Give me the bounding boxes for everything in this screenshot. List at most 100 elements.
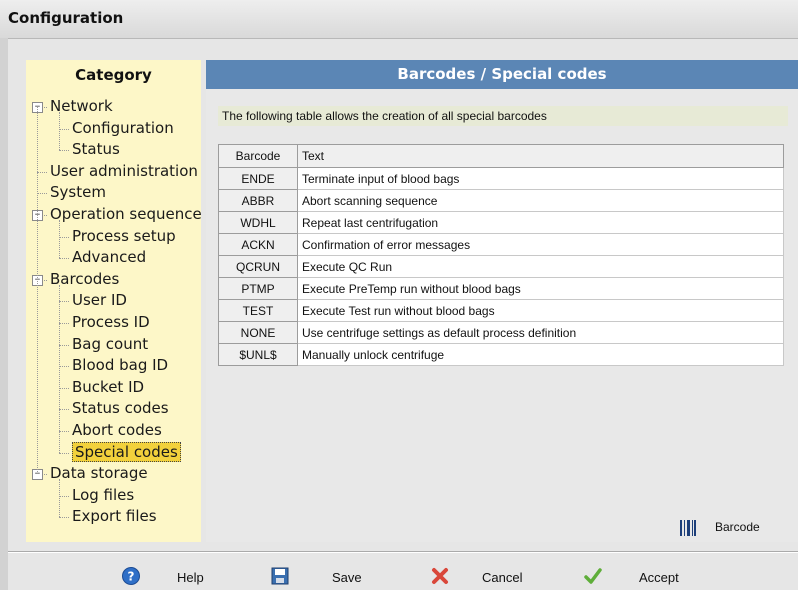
tree-item-configuration[interactable]: Configuration (72, 118, 174, 139)
checkmark-icon (583, 566, 603, 586)
tree-connector (37, 171, 47, 173)
tree-item-label: Export files (72, 507, 157, 526)
tree-item-label: Blood bag ID (72, 356, 169, 375)
table-row[interactable]: QCRUN Execute QC Run (218, 255, 784, 278)
table-row[interactable]: ABBR Abort scanning sequence (218, 189, 784, 212)
barcode-cell[interactable]: WDHL (218, 211, 298, 234)
barcode-button-label: Barcode (715, 520, 760, 534)
tree-item-process-setup[interactable]: Process setup (72, 226, 176, 247)
tree-item-system[interactable]: System (50, 182, 106, 203)
table-row[interactable]: PTMP Execute PreTemp run without blood ba… (218, 277, 784, 300)
table-row[interactable]: $UNL$ Manually unlock centrifuge (218, 343, 784, 366)
tree-connector (37, 193, 47, 195)
tree-connector (59, 409, 69, 411)
table-row[interactable]: ACKN Confirmation of error messages (218, 233, 784, 256)
tree-item-label: Data storage (50, 464, 148, 483)
footer-separator (8, 551, 798, 553)
tree-item-label: Operation sequence (50, 205, 202, 223)
text-cell[interactable]: Abort scanning sequence (297, 189, 784, 212)
text-cell[interactable]: Execute QC Run (297, 255, 784, 278)
help-label: Help (177, 570, 204, 585)
tree-guide-line (59, 220, 60, 259)
tree-item-advanced[interactable]: Advanced (72, 247, 146, 268)
tree-item-label: Log files (72, 485, 135, 504)
tree-item-export-files[interactable]: Export files (72, 506, 157, 527)
save-label: Save (332, 570, 362, 585)
tree-item-bucket-id[interactable]: Bucket ID (72, 377, 144, 398)
tree-guide-line (59, 112, 60, 151)
tree-item-label: User administration (50, 161, 198, 180)
tree-item-label: Bucket ID (72, 377, 145, 396)
barcode-cell[interactable]: $UNL$ (218, 343, 298, 366)
tree-item-status[interactable]: Status (72, 139, 120, 160)
table-row[interactable]: NONE Use centrifuge settings as default p… (218, 321, 784, 344)
tree-item-log-files[interactable]: Log files (72, 485, 134, 506)
special-codes-table: Barcode Text ENDE Terminate input of bloo… (218, 144, 784, 366)
text-cell[interactable]: Execute Test run without blood bags (297, 299, 784, 322)
tree-item-user-id[interactable]: User ID (72, 290, 127, 311)
tree-connector (59, 517, 69, 519)
panel-title: Barcodes / Special codes (206, 60, 798, 89)
column-header-text[interactable]: Text (297, 144, 784, 168)
tree-item-label: Special codes (72, 441, 181, 462)
barcode-cell[interactable]: TEST (218, 299, 298, 322)
table-header-row: Barcode Text (218, 144, 784, 168)
tree-connector (59, 431, 69, 432)
barcode-cell[interactable]: ACKN (218, 233, 298, 256)
configuration-window: Configuration Category − Network Configura… (0, 0, 798, 590)
tree-connector (59, 258, 69, 260)
barcode-cell[interactable]: PTMP (218, 277, 298, 300)
tree-item-operation-sequence[interactable]: Operation sequence (50, 204, 202, 225)
table-row[interactable]: WDHL Repeat last centrifugation (218, 211, 784, 234)
tree-item-label: Status (72, 140, 120, 159)
column-header-barcode[interactable]: Barcode (218, 144, 298, 168)
window-title: Configuration (8, 9, 124, 27)
barcode-cell[interactable]: QCRUN (218, 255, 298, 278)
tree-item-barcodes[interactable]: Barcodes (50, 269, 119, 290)
table-row[interactable]: TEST Execute Test run without blood bags (218, 299, 784, 322)
red-x-icon (430, 566, 450, 586)
tree-item-status-codes[interactable]: Status codes (72, 398, 169, 419)
svg-text:?: ? (128, 570, 135, 584)
tree-item-label: System (50, 183, 106, 202)
text-cell[interactable]: Execute PreTemp run without blood bags (297, 277, 784, 300)
barcode-cell[interactable]: ABBR (218, 189, 298, 212)
tree-connector (59, 452, 69, 454)
tree-item-user-administration[interactable]: User administration (50, 161, 198, 182)
tree-connector (59, 150, 69, 152)
tree-guide-line (59, 284, 60, 453)
help-icon: ? (121, 566, 141, 586)
tree-guide-line (37, 107, 38, 475)
tree-connector (59, 236, 69, 238)
category-header: Category (75, 66, 152, 84)
barcode-cell[interactable]: ENDE (218, 167, 298, 190)
text-cell[interactable]: Use centrifuge settings as default proce… (297, 321, 784, 344)
text-cell[interactable]: Confirmation of error messages (297, 233, 784, 256)
tree-guide-line (59, 479, 60, 518)
table-row[interactable]: ENDE Terminate input of blood bags (218, 167, 784, 190)
tree-connector (59, 323, 69, 324)
title-bar[interactable]: Configuration (0, 0, 798, 39)
tree-item-label: Configuration (72, 118, 174, 137)
tree-item-blood-bag-id[interactable]: Blood bag ID (72, 355, 168, 376)
text-cell[interactable]: Manually unlock centrifuge (297, 343, 784, 366)
description-text: The following table allows the creation … (218, 106, 788, 126)
text-cell[interactable]: Terminate input of blood bags (297, 167, 784, 190)
tree-item-data-storage[interactable]: Data storage (50, 463, 148, 484)
barcode-button[interactable]: Barcode (679, 518, 779, 538)
tree-item-label: Bag count (72, 334, 149, 353)
accept-label: Accept (639, 570, 679, 585)
tree-item-label: User ID (72, 291, 127, 310)
content-panel: Barcodes / Special codes The following t… (206, 60, 798, 542)
tree-item-abort-codes[interactable]: Abort codes (72, 420, 162, 441)
tree-connector (59, 344, 69, 346)
tree-item-bag-count[interactable]: Bag count (72, 334, 148, 355)
category-panel: Category − Network Configuration Status User… (26, 60, 202, 542)
tree-item-special-codes[interactable]: Special codes (72, 441, 181, 463)
tree-connector (59, 128, 69, 130)
tree-item-process-id[interactable]: Process ID (72, 312, 150, 333)
barcode-cell[interactable]: NONE (218, 321, 298, 344)
floppy-disk-icon (270, 566, 290, 586)
text-cell[interactable]: Repeat last centrifugation (297, 211, 784, 234)
tree-item-label: Barcodes (50, 269, 120, 288)
